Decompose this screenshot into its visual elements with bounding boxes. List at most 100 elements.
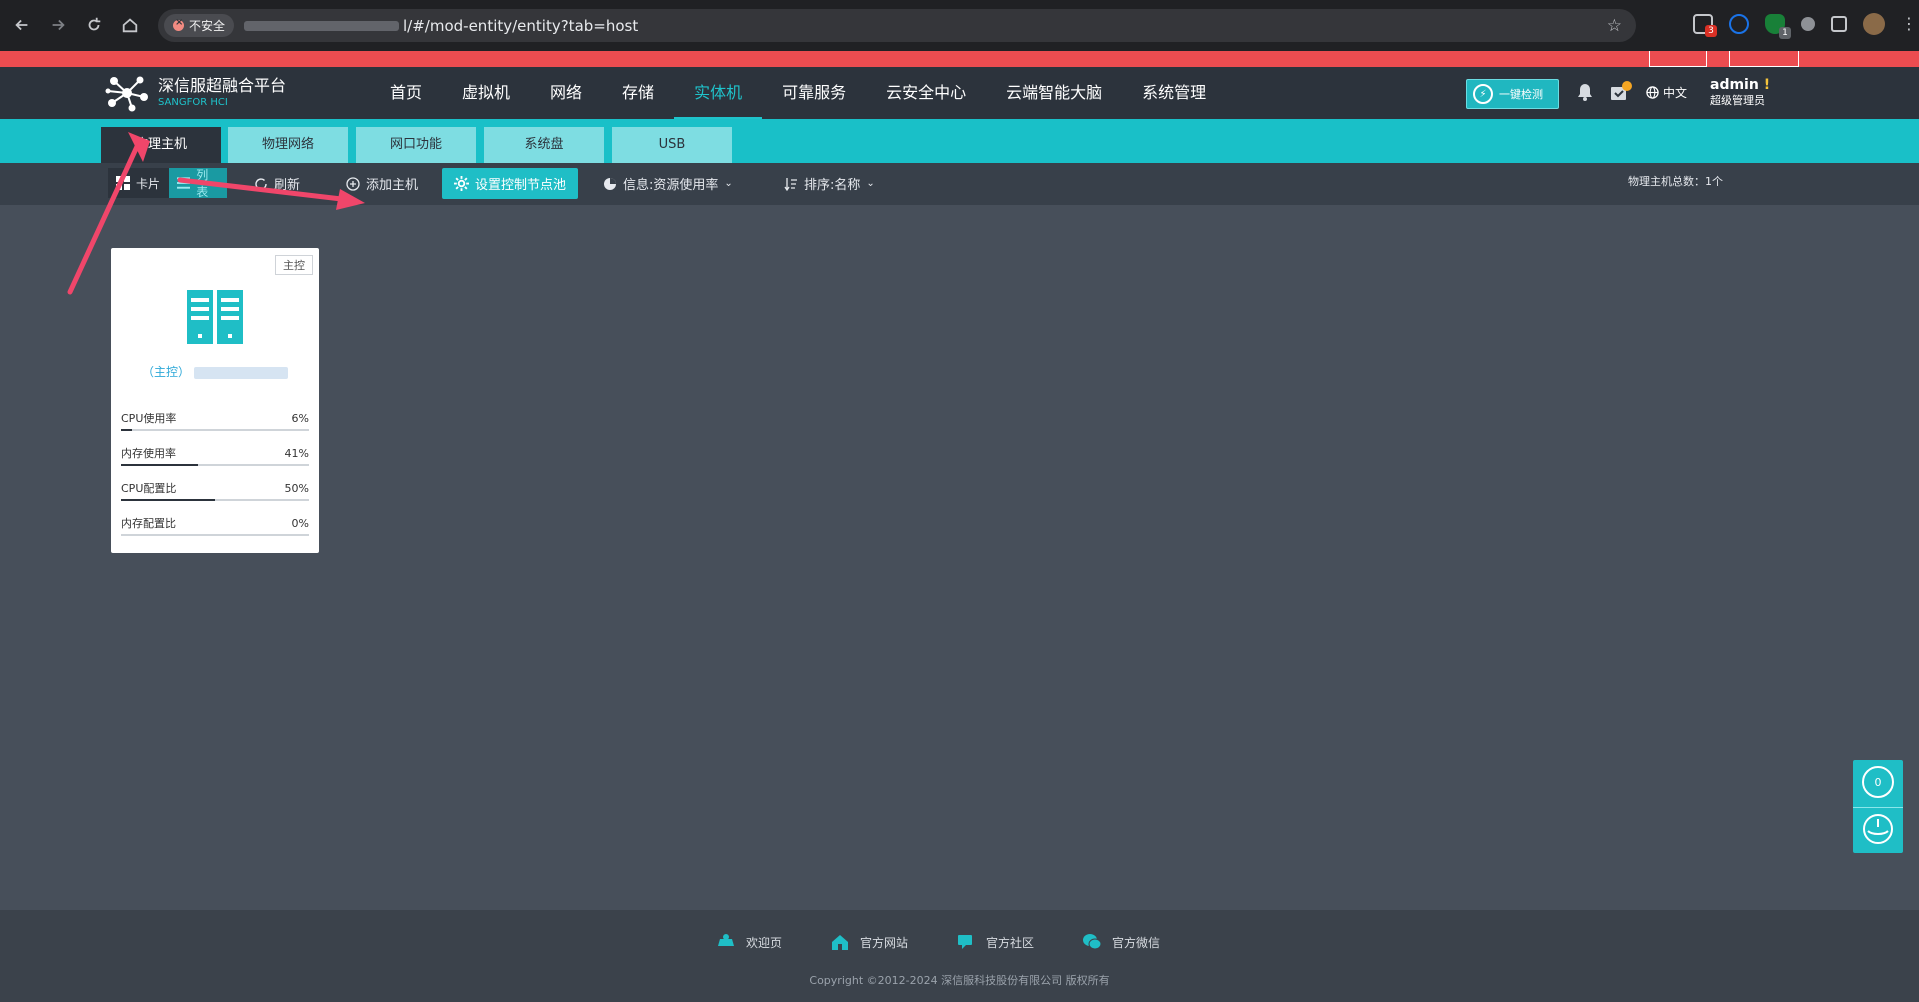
- chevron-down-icon: ⌄: [724, 178, 733, 189]
- metric-value: 0%: [291, 517, 309, 530]
- sort-dropdown[interactable]: 排序:名称 ⌄: [784, 174, 875, 193]
- user-warning-mark: !: [1763, 77, 1771, 93]
- back-icon[interactable]: [4, 7, 40, 43]
- extensions-puzzle-icon[interactable]: [1831, 16, 1847, 32]
- wechat-icon: [1083, 934, 1102, 950]
- bell-icon[interactable]: [1577, 83, 1593, 101]
- info-dropdown[interactable]: 信息:资源使用率 ⌄: [603, 174, 733, 193]
- nav-network[interactable]: 网络: [530, 67, 602, 119]
- divider: [1853, 807, 1903, 808]
- footer-link-label: 官方微信: [1112, 935, 1161, 950]
- host-ip-redacted: [194, 366, 288, 379]
- nav-storage[interactable]: 存储: [602, 67, 674, 119]
- insecure-label: 不安全: [189, 19, 226, 33]
- profile-avatar[interactable]: [1863, 13, 1885, 35]
- logo-subtitle: SANGFOR HCI: [158, 97, 228, 108]
- refresh-icon: [255, 177, 267, 190]
- strip-button-left[interactable]: [1649, 51, 1707, 67]
- nav-security[interactable]: 云安全中心: [866, 67, 986, 119]
- add-host-label: 添加主机: [366, 178, 419, 193]
- footer-link-wechat[interactable]: 官方微信: [1082, 932, 1160, 952]
- copyright: Copyright ©2012-2024 深信服科技股份有限公司 版权所有: [809, 974, 1110, 987]
- master-tag: 主控: [275, 255, 313, 275]
- home-icon[interactable]: [112, 7, 148, 43]
- extension-tab-icon[interactable]: 3: [1693, 14, 1717, 37]
- host-card[interactable]: 主控 （主控） CPU使用率 6% 内存使用率 41% CPU配置比 50% 内…: [111, 248, 319, 553]
- metric-cpu-allocation: CPU配置比 50%: [121, 481, 309, 501]
- nav-vm[interactable]: 虚拟机: [442, 67, 530, 119]
- strip-button-right[interactable]: [1729, 51, 1799, 67]
- metric-label: CPU使用率: [121, 412, 177, 425]
- refresh-label: 刷新: [274, 178, 301, 193]
- metric-value: 50%: [284, 482, 309, 495]
- footer-link-welcome[interactable]: 欢迎页: [716, 932, 782, 952]
- host-name[interactable]: （主控）: [111, 363, 319, 380]
- extension-shield-icon[interactable]: 1: [1765, 14, 1791, 39]
- tab-physical-host[interactable]: 物理主机: [101, 127, 221, 163]
- nav-reliability[interactable]: 可靠服务: [762, 67, 866, 119]
- warning-icon: [173, 17, 184, 31]
- task-icon[interactable]: [1610, 81, 1632, 103]
- tab-port-function[interactable]: 网口功能: [356, 127, 476, 163]
- address-bar[interactable]: 不安全 l/#/mod-entity/entity?tab=host ☆: [158, 9, 1636, 42]
- globe-icon: [1646, 86, 1659, 99]
- metric-cpu-usage: CPU使用率 6%: [121, 411, 309, 431]
- card-view-button[interactable]: 卡片: [108, 168, 169, 198]
- user-role: 超级管理员: [1710, 94, 1765, 107]
- reload-icon[interactable]: [76, 7, 112, 43]
- metric-bar: [121, 534, 309, 536]
- nav-home[interactable]: 首页: [370, 67, 442, 119]
- user-menu[interactable]: admin ! 超级管理员: [1710, 76, 1770, 108]
- content-area: 主控 （主控） CPU使用率 6% 内存使用率 41% CPU配置比 50% 内…: [0, 205, 1919, 910]
- bookmark-star-icon[interactable]: ☆: [1607, 16, 1622, 36]
- nav-system[interactable]: 系统管理: [1122, 67, 1226, 119]
- one-click-check-button[interactable]: ⚡ 一键检测: [1466, 79, 1559, 109]
- logo[interactable]: 深信服超融合平台 SANGFOR HCI: [104, 73, 286, 113]
- metric-bar: [121, 464, 309, 466]
- metric-label: CPU配置比: [121, 482, 177, 495]
- extension-moon-icon[interactable]: [1801, 17, 1815, 31]
- url-path: l/#/mod-entity/entity?tab=host: [403, 16, 639, 35]
- pie-chart-icon: [604, 177, 616, 190]
- alert-strip: [0, 51, 1919, 67]
- nav-cloud-brain[interactable]: 云端智能大脑: [986, 67, 1122, 119]
- footer-link-website[interactable]: 官方网站: [830, 932, 908, 952]
- language-label: 中文: [1663, 86, 1688, 100]
- list-view-button[interactable]: 列表: [169, 168, 227, 199]
- tab-system-disk[interactable]: 系统盘: [484, 127, 604, 163]
- assistant-icon[interactable]: [1862, 813, 1894, 845]
- chevron-down-icon: ⌄: [866, 178, 875, 189]
- extension-ring-icon[interactable]: [1729, 14, 1749, 34]
- extension-badge: 3: [1705, 25, 1717, 37]
- host-count: 物理主机总数：1个: [1628, 175, 1723, 188]
- browser-menu-icon[interactable]: ⋮: [1901, 14, 1917, 34]
- tab-physical-network[interactable]: 物理网络: [228, 127, 348, 163]
- footer-link-community[interactable]: 官方社区: [956, 932, 1034, 952]
- footer-link-label: 官方网站: [860, 935, 909, 950]
- notification-count[interactable]: 0: [1862, 766, 1894, 798]
- grid-icon: [116, 176, 130, 190]
- metric-value: 41%: [284, 447, 309, 460]
- metric-memory-allocation: 内存配置比 0%: [121, 516, 309, 536]
- forward-icon[interactable]: [40, 7, 76, 43]
- nav-physical[interactable]: 实体机: [674, 67, 763, 119]
- user-name: admin: [1710, 77, 1759, 93]
- metric-fill: [121, 429, 133, 431]
- metric-label: 内存使用率: [121, 447, 176, 460]
- extension-icons: 3 1 ⋮: [1693, 13, 1917, 39]
- logo-title: 深信服超融合平台: [158, 76, 287, 95]
- url-host-redacted: [244, 20, 400, 31]
- list-view-label: 列表: [196, 168, 209, 199]
- refresh-button[interactable]: 刷新: [254, 174, 300, 193]
- floating-assistant[interactable]: 0: [1853, 760, 1903, 853]
- metric-label: 内存配置比: [121, 517, 176, 530]
- set-control-node-pool-button[interactable]: 设置控制节点池: [442, 168, 579, 199]
- metric-memory-usage: 内存使用率 41%: [121, 446, 309, 466]
- list-icon: [177, 177, 191, 189]
- language-switch[interactable]: 中文: [1646, 84, 1687, 101]
- browser-toolbar: 不安全 l/#/mod-entity/entity?tab=host ☆ 3 1…: [0, 0, 1919, 51]
- footer: 欢迎页 官方网站 官方社区 官方微信 Copyright ©2012-2024 …: [0, 910, 1919, 1002]
- add-host-button[interactable]: 添加主机: [346, 174, 418, 193]
- tab-usb[interactable]: USB: [612, 127, 732, 163]
- insecure-chip[interactable]: 不安全: [164, 14, 235, 37]
